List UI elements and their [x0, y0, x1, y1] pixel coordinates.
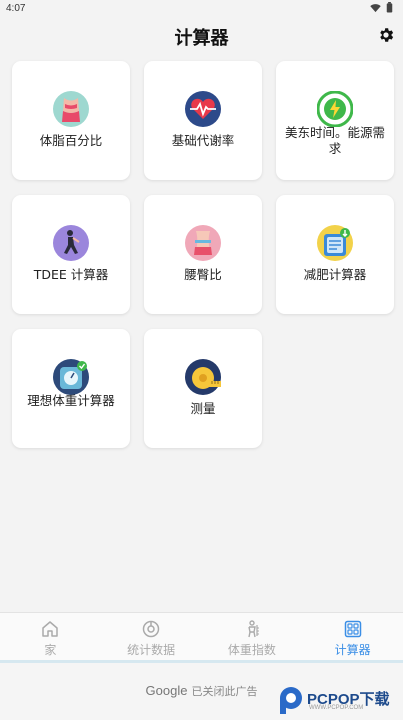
nav-label: 体重指数: [227, 643, 276, 657]
status-time: 4:07: [6, 3, 26, 14]
card-ideal-weight[interactable]: 理想体重计算器: [12, 329, 130, 448]
ideal-scale-icon: [53, 359, 89, 395]
stats-icon: [142, 620, 160, 638]
nav-label: 统计数据: [127, 643, 176, 657]
tape-measure-icon: [185, 359, 221, 395]
card-label: 减肥计算器: [303, 267, 367, 282]
card-tdee[interactable]: TDEE 计算器: [12, 195, 130, 314]
nav-label: 家: [44, 643, 57, 657]
card-label: 基础代谢率: [171, 133, 235, 148]
settings-button[interactable]: [377, 26, 395, 44]
header: 计算器: [0, 18, 403, 54]
gear-icon: [380, 28, 394, 42]
card-label: 测量: [190, 401, 216, 416]
card-waist-hip[interactable]: 腰臀比: [144, 195, 262, 314]
nav-item-bmi[interactable]: 体重指数: [202, 613, 303, 660]
watermark-subtext: WWW.PCPOP.COM: [309, 705, 364, 711]
bottom-nav: 家 统计数据 体重指数 计算器: [0, 612, 403, 660]
waist-hip-icon: [185, 225, 221, 261]
card-energy-needs[interactable]: 美东时间。能源需求: [276, 61, 394, 180]
status-bar: 4:07: [0, 0, 403, 18]
exercise-icon: [53, 225, 89, 261]
watermark-logo-icon: [280, 687, 302, 714]
wifi-icon: [370, 3, 381, 12]
nav-item-stats[interactable]: 统计数据: [101, 613, 202, 660]
card-weight-loss[interactable]: 减肥计算器: [276, 195, 394, 314]
card-bmr[interactable]: 基础代谢率: [144, 61, 262, 180]
torso-icon: [53, 91, 89, 127]
calculator-icon: [344, 620, 361, 638]
heart-rate-icon: [185, 91, 221, 127]
status-icons: [370, 2, 393, 13]
ad-brand: Google: [145, 683, 188, 698]
nav-item-home[interactable]: 家: [0, 613, 101, 660]
bmi-icon: [248, 620, 259, 638]
card-label: 体脂百分比: [39, 133, 103, 148]
card-label: 理想体重计算器: [27, 393, 115, 408]
nav-item-calculator[interactable]: 计算器: [302, 613, 403, 660]
card-label: 美东时间。能源需求: [284, 125, 385, 156]
home-icon: [42, 621, 59, 637]
battery-icon: [386, 2, 393, 13]
card-measurement[interactable]: 测量: [144, 329, 262, 448]
energy-icon: [317, 91, 353, 127]
page-title: 计算器: [174, 28, 229, 49]
ad-message: 已关闭此广告: [191, 685, 258, 698]
scale-icon: [317, 225, 353, 261]
card-label: 腰臀比: [184, 267, 222, 282]
watermark: PCPOP下载 WWW.PCPOP.COM: [279, 684, 401, 718]
calculator-grid: 体脂百分比 基础代谢率 美东时间。能源需求 TDEE 计算器 腰臀比 减肥计算器…: [12, 61, 394, 448]
nav-label: 计算器: [334, 643, 371, 657]
card-body-fat[interactable]: 体脂百分比: [12, 61, 130, 180]
card-label: TDEE 计算器: [33, 267, 109, 282]
